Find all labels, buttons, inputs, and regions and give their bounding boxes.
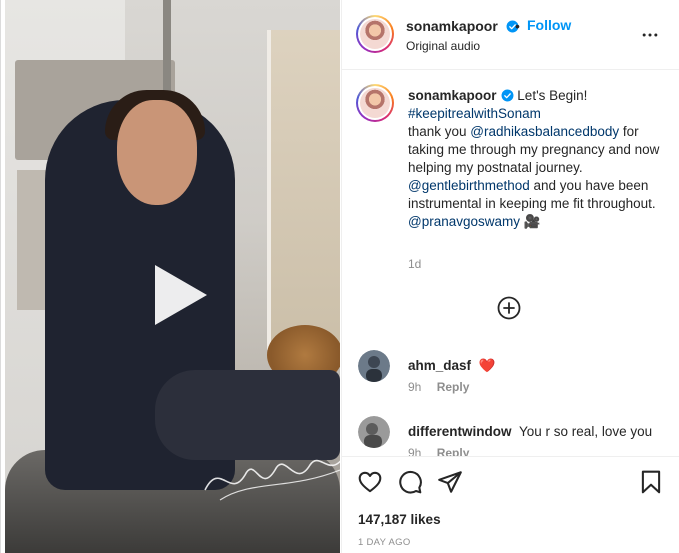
mention-link[interactable]: @radhikasbalancedbody — [470, 124, 619, 139]
avatar[interactable] — [356, 84, 394, 122]
comment-username[interactable]: differentwindow — [408, 424, 512, 439]
action-bar: 147,187 likes 1 DAY AGO — [342, 456, 679, 553]
author-username-row: sonamkapoor — [406, 18, 519, 34]
hashtag-link[interactable]: #keepitrealwithSonam — [408, 106, 541, 121]
bookmark-icon[interactable] — [638, 469, 664, 495]
caption-text: sonamkapoor Let's Begin! #keepitrealwith… — [408, 87, 663, 231]
play-button[interactable] — [145, 262, 213, 330]
play-icon — [145, 261, 213, 332]
reply-button[interactable]: Reply — [437, 380, 470, 394]
comment-list[interactable]: ahm_dasf ❤️ 9h Reply differentwindow You… — [342, 340, 679, 456]
plus-circle-icon[interactable] — [497, 296, 521, 320]
author-username[interactable]: sonamkapoor — [406, 18, 498, 34]
avatar[interactable] — [358, 350, 390, 382]
avatar[interactable] — [358, 416, 390, 448]
caption-body: thank you — [408, 124, 471, 139]
video-background — [267, 30, 340, 350]
comment-meta: 9h Reply — [408, 446, 469, 456]
comment-time[interactable]: 9h — [408, 380, 421, 394]
comment-meta: 9h Reply — [408, 380, 469, 394]
caption-timestamp[interactable]: 1d — [408, 257, 421, 271]
comment-text: ❤️ — [478, 358, 496, 373]
signature-watermark — [204, 459, 340, 501]
caption-username[interactable]: sonamkapoor — [408, 88, 497, 103]
comment-item: differentwindow You r so real, love you … — [342, 416, 679, 456]
mention-link[interactable]: @gentlebirthmethod — [408, 178, 530, 193]
comment-icon[interactable] — [397, 469, 423, 495]
comment-line: differentwindow You r so real, love you — [408, 424, 652, 439]
comment-time[interactable]: 9h — [408, 446, 421, 456]
separator-dot: • — [515, 18, 520, 34]
avatar[interactable] — [356, 15, 394, 53]
audio-link[interactable]: Original audio — [406, 39, 480, 53]
mention-link[interactable]: @pranavgoswamy — [408, 214, 520, 229]
share-icon[interactable] — [437, 469, 463, 495]
more-options-icon[interactable] — [640, 25, 660, 45]
camera-emoji: 🎥 — [523, 214, 541, 229]
post-header: sonamkapoor • Follow Original audio — [342, 0, 679, 70]
video-subject — [117, 100, 197, 205]
post-date[interactable]: 1 DAY AGO — [358, 537, 411, 548]
comment-username[interactable]: ahm_dasf — [408, 358, 471, 373]
caption-first-line: Let's Begin! — [517, 88, 588, 103]
post-modal: sonamkapoor • Follow Original audio sona… — [0, 0, 679, 553]
follow-button[interactable]: Follow — [527, 17, 571, 33]
video-player[interactable] — [5, 0, 340, 553]
comment-line: ahm_dasf ❤️ — [408, 358, 496, 374]
comment-item: ahm_dasf ❤️ 9h Reply — [342, 350, 679, 410]
verified-badge-icon — [501, 89, 513, 102]
heart-icon[interactable] — [357, 469, 383, 495]
reply-button[interactable]: Reply — [437, 446, 470, 456]
likes-count[interactable]: 147,187 likes — [358, 512, 441, 527]
comment-text: You r so real, love you — [519, 424, 653, 439]
post-details-pane: sonamkapoor • Follow Original audio sona… — [341, 0, 679, 553]
